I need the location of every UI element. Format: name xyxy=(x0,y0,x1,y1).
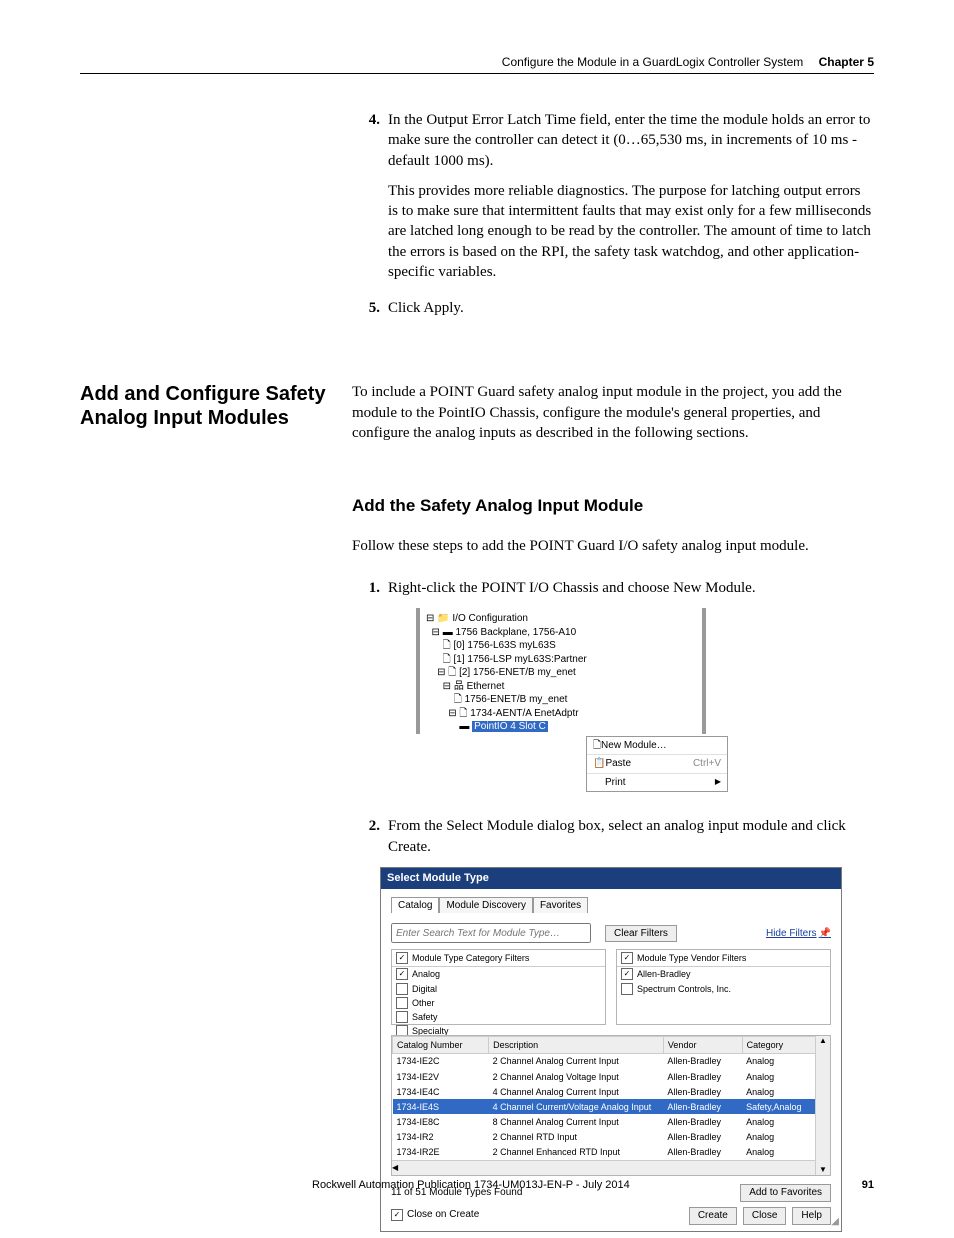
help-button[interactable]: Help xyxy=(792,1207,831,1225)
table-row-selected[interactable]: 1734-IE4S4 Channel Current/Voltage Analo… xyxy=(393,1099,830,1114)
step4-para2: This provides more reliable diagnostics.… xyxy=(388,181,874,282)
table-row[interactable]: 1734-IE2V2 Channel Analog Voltage InputA… xyxy=(393,1069,830,1084)
table-row[interactable]: 1734-IR2E2 Channel Enhanced RTD InputAll… xyxy=(393,1145,830,1160)
running-header: Configure the Module in a GuardLogix Con… xyxy=(502,54,874,70)
table-row[interactable]: 1734-IE2C2 Channel Analog Current InputA… xyxy=(393,1054,830,1069)
resize-grip-icon[interactable]: ◢ xyxy=(831,1215,839,1229)
select-module-dialog: Select Module Type Catalog Module Discov… xyxy=(380,867,842,1232)
scroll-left-icon[interactable]: ◀ xyxy=(392,1163,398,1174)
module-grid: Catalog Number Description Vendor Catego… xyxy=(391,1035,831,1176)
checkbox-icon[interactable] xyxy=(621,952,633,964)
vertical-scrollbar[interactable]: ▲▼ xyxy=(815,1036,830,1175)
tree-node: 1756-ENET/B my_enet xyxy=(465,694,568,705)
checkbox-icon[interactable] xyxy=(396,983,408,995)
header-text: Configure the Module in a GuardLogix Con… xyxy=(502,55,804,69)
page-number: 91 xyxy=(862,1178,874,1193)
table-row[interactable]: 1734-IE8C8 Channel Analog Current InputA… xyxy=(393,1114,830,1129)
scroll-down-icon[interactable]: ▼ xyxy=(819,1165,827,1176)
header-rule xyxy=(80,73,874,74)
col-description[interactable]: Description xyxy=(489,1037,664,1054)
hide-filters-link[interactable]: Hide Filters📌 xyxy=(766,927,831,941)
checkbox-icon[interactable] xyxy=(396,952,408,964)
vendor-filter-box: Module Type Vendor Filters Allen-Bradley… xyxy=(616,949,831,1025)
step-number: 4. xyxy=(352,110,388,292)
step-number: 5. xyxy=(352,298,388,328)
tree-node: 1756 Backplane, 1756-A10 xyxy=(456,627,577,638)
step2-text: From the Select Module dialog box, selec… xyxy=(388,816,874,857)
dialog-title: Select Module Type xyxy=(381,868,841,889)
menu-new-module[interactable]: 🗋 New Module… xyxy=(587,737,727,755)
section-intro: To include a POINT Guard safety analog i… xyxy=(352,382,874,443)
menu-print[interactable]: Print▶ xyxy=(587,773,727,792)
tab-module-discovery[interactable]: Module Discovery xyxy=(439,897,532,914)
checkbox-icon[interactable] xyxy=(621,983,633,995)
pin-icon: 📌 xyxy=(819,928,831,939)
footer-publication: Rockwell Automation Publication 1734-UM0… xyxy=(312,1178,630,1193)
col-catalog[interactable]: Catalog Number xyxy=(393,1037,489,1054)
checkbox-icon[interactable] xyxy=(621,968,633,980)
tree-node: [1] 1756-LSP myL63S:Partner xyxy=(454,654,587,665)
category-filter-box: Module Type Category Filters Analog Digi… xyxy=(391,949,606,1025)
tree-node-selected[interactable]: PointIO 4 Slot C xyxy=(472,721,548,732)
col-vendor[interactable]: Vendor xyxy=(663,1037,742,1054)
create-button[interactable]: Create xyxy=(689,1207,737,1225)
tree-node: [2] 1756-ENET/B my_enet xyxy=(459,667,576,678)
step1-text: Right-click the POINT I/O Chassis and ch… xyxy=(388,578,874,598)
horizontal-scrollbar[interactable]: ◀▶ xyxy=(392,1160,830,1175)
step4-para1: In the Output Error Latch Time field, en… xyxy=(388,110,874,171)
menu-paste[interactable]: 📋 PasteCtrl+V xyxy=(587,754,727,773)
tree-node: Ethernet xyxy=(467,681,505,692)
tab-catalog[interactable]: Catalog xyxy=(391,897,439,914)
context-menu: 🗋 New Module… 📋 PasteCtrl+V Print▶ xyxy=(586,736,728,793)
tree-root: I/O Configuration xyxy=(452,613,528,624)
lead-text: Follow these steps to add the POINT Guar… xyxy=(352,536,874,556)
side-heading: Add and Configure Safety Analog Input Mo… xyxy=(80,382,344,430)
close-button[interactable]: Close xyxy=(743,1207,787,1225)
scroll-up-icon[interactable]: ▲ xyxy=(819,1036,827,1047)
tab-favorites[interactable]: Favorites xyxy=(533,897,588,914)
tree-node: [0] 1756-L63S myL63S xyxy=(454,640,556,651)
io-tree-figure: ⊟ 📁 I/O Configuration ⊟ ▬ 1756 Backplane… xyxy=(416,608,874,792)
close-on-create-label: Close on Create xyxy=(407,1208,479,1222)
search-input[interactable] xyxy=(391,923,591,943)
step5-para: Click Apply. xyxy=(388,298,874,318)
checkbox-icon[interactable] xyxy=(396,1011,408,1023)
subheading: Add the Safety Analog Input Module xyxy=(352,495,874,518)
step-number: 1. xyxy=(352,578,388,810)
chapter-label: Chapter 5 xyxy=(819,55,874,69)
checkbox-icon[interactable] xyxy=(396,968,408,980)
close-on-create-checkbox[interactable] xyxy=(391,1209,403,1221)
table-row[interactable]: 1734-IR22 Channel RTD InputAllen-Bradley… xyxy=(393,1130,830,1145)
checkbox-icon[interactable] xyxy=(396,997,408,1009)
table-row[interactable]: 1734-IE4C4 Channel Analog Current InputA… xyxy=(393,1084,830,1099)
tree-node: 1734-AENT/A EnetAdptr xyxy=(470,708,578,719)
clear-filters-button[interactable]: Clear Filters xyxy=(605,925,677,943)
